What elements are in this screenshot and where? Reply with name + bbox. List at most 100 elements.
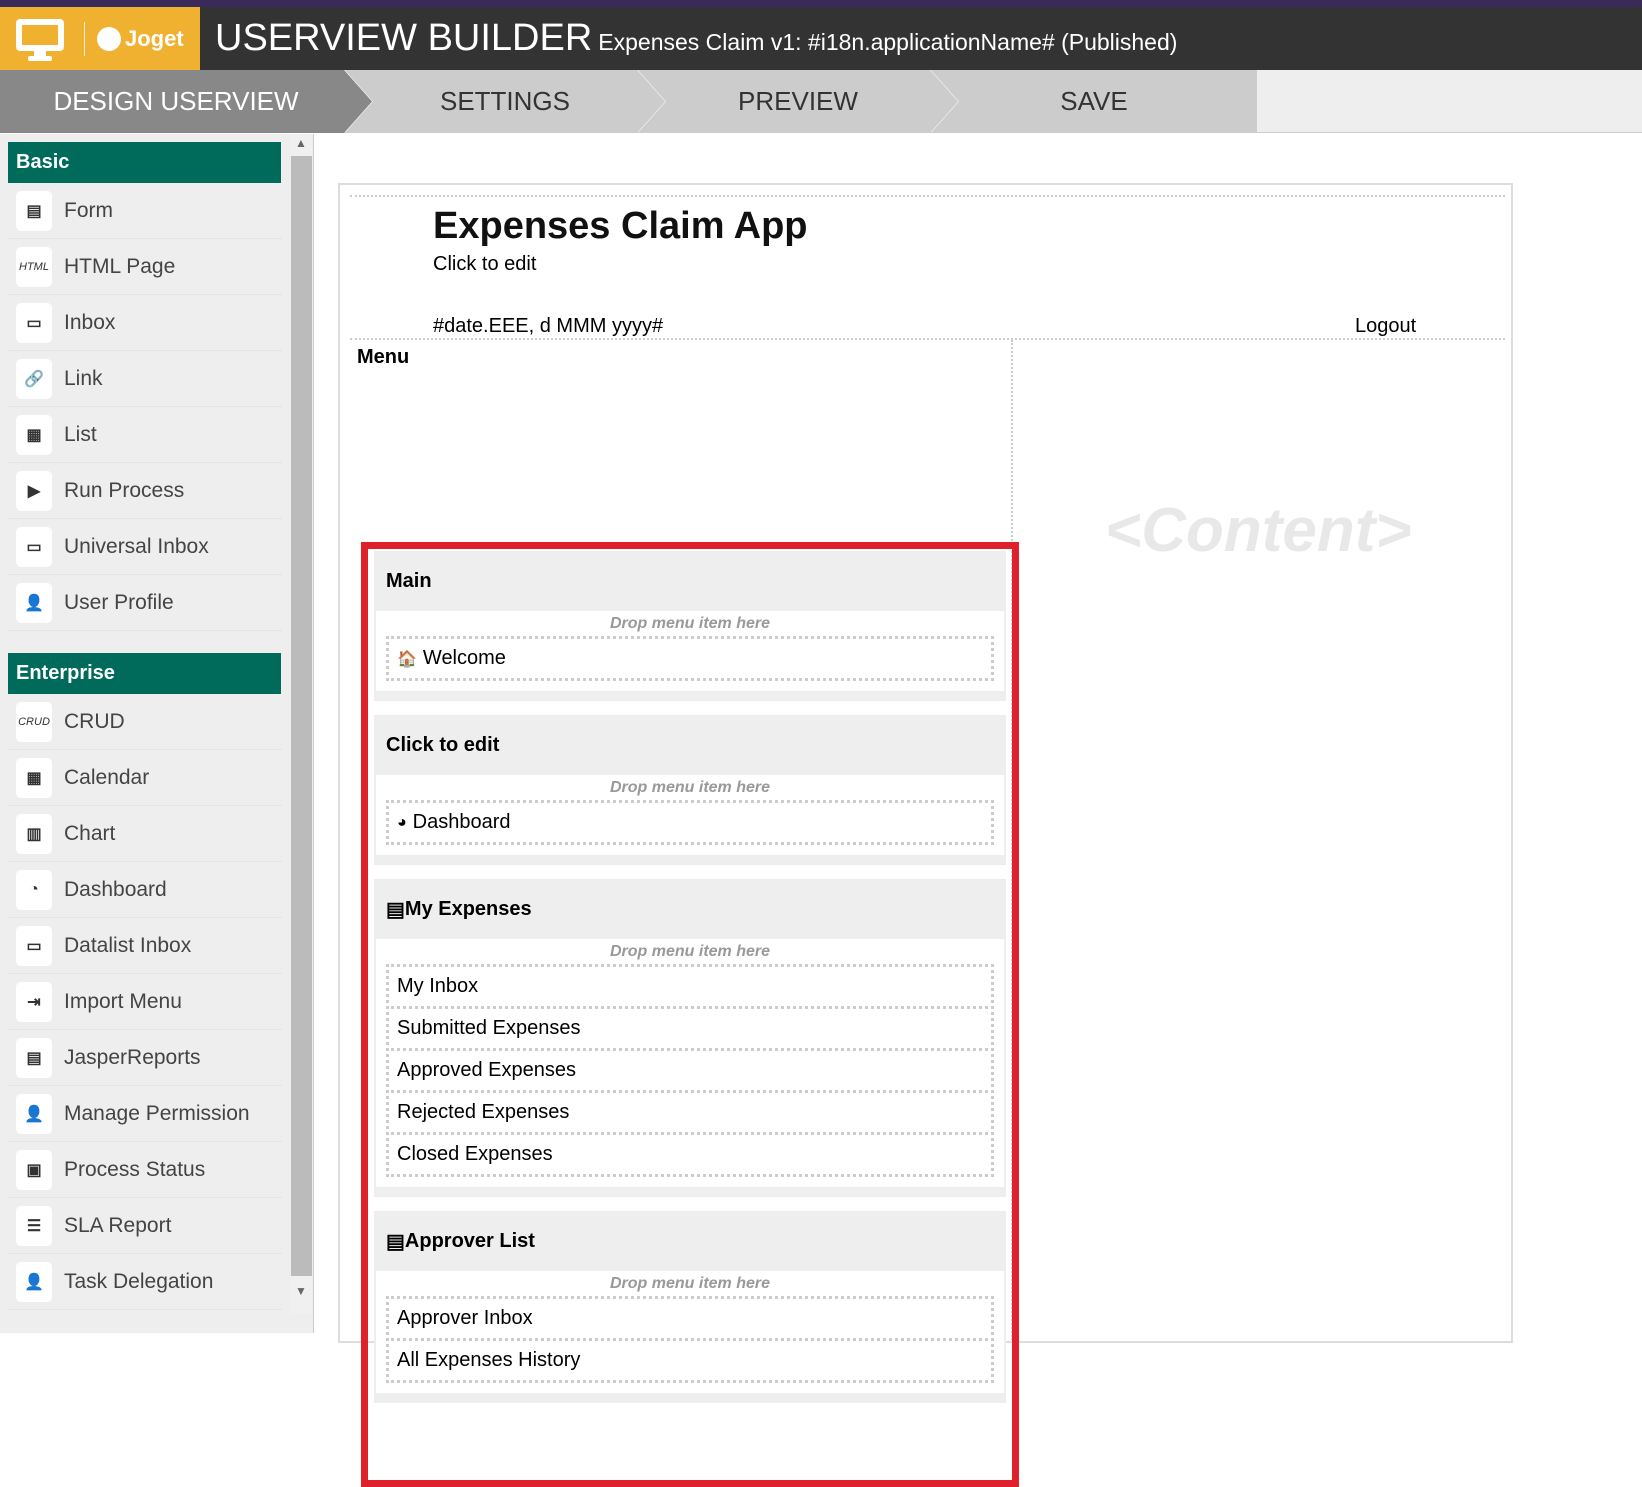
tab-settings[interactable]: SETTINGS bbox=[345, 70, 665, 133]
home-icon: 🏠 bbox=[397, 650, 417, 668]
logout-link[interactable]: Logout bbox=[1355, 315, 1416, 338]
menu-item-label: Approver Inbox bbox=[397, 1307, 533, 1329]
scrollbar-thumb[interactable] bbox=[291, 156, 312, 1276]
menu-item[interactable]: Rejected Expenses bbox=[386, 1090, 994, 1135]
palette-item[interactable]: ⇥ Import Menu bbox=[8, 974, 281, 1030]
menu-item[interactable]: 🏠 Welcome bbox=[386, 636, 994, 681]
menu-item[interactable]: Approved Expenses bbox=[386, 1048, 994, 1093]
palette-item[interactable]: ▭ Datalist Inbox bbox=[8, 918, 281, 974]
link-icon: 🔗 bbox=[16, 358, 52, 399]
menu-item[interactable]: Submitted Expenses bbox=[386, 1006, 994, 1051]
drop-hint: Drop menu item here bbox=[609, 943, 771, 960]
palette-item[interactable]: ☰ SLA Report bbox=[8, 1198, 281, 1254]
form-icon: ▤ bbox=[16, 190, 52, 231]
process-status-icon: ▣ bbox=[16, 1149, 52, 1190]
app-title[interactable]: Expenses Claim App bbox=[433, 205, 808, 248]
palette-item-label: Calendar bbox=[64, 765, 150, 789]
menu-item[interactable]: My Inbox bbox=[386, 964, 994, 1009]
menu-category[interactable]: ▤ Approver List Drop menu item here Approve… bbox=[374, 1211, 1006, 1403]
palette-item-label: Inbox bbox=[64, 310, 116, 334]
palette-item-label: Task Delegation bbox=[64, 1269, 214, 1293]
scroll-down-icon[interactable]: ▼ bbox=[295, 1284, 307, 1298]
palette-item[interactable]: ▣ Process Status bbox=[8, 1142, 281, 1198]
palette-item[interactable]: ▭ Universal Inbox bbox=[8, 519, 281, 575]
palette-item-label: Process Status bbox=[64, 1157, 206, 1181]
drop-zone[interactable]: Drop menu item here Approver Inbox All Exp… bbox=[376, 1271, 1004, 1393]
drop-zone[interactable]: Drop menu item here 🏠 Welcome bbox=[376, 611, 1004, 691]
joget-logo-icon bbox=[97, 26, 121, 51]
dashboard-icon: ◕ bbox=[397, 813, 407, 831]
palette-item[interactable]: CRUD CRUD bbox=[8, 694, 281, 750]
category-label: Main bbox=[386, 569, 432, 592]
palette-item[interactable]: HTML HTML Page bbox=[8, 239, 281, 295]
tab-label: SAVE bbox=[1060, 86, 1128, 116]
palette-item[interactable]: ▦ List bbox=[8, 407, 281, 463]
tab-save[interactable]: SAVE bbox=[931, 70, 1257, 133]
palette-item[interactable]: ▤ JasperReports bbox=[8, 1030, 281, 1086]
category-name[interactable]: Click to edit bbox=[374, 715, 1006, 775]
page-title: USERVIEW BUILDER Expenses Claim v1: #i18n… bbox=[215, 17, 1177, 60]
drop-hint: Drop menu item here bbox=[609, 615, 771, 632]
builder-tabs: DESIGN USERVIEW SETTINGS PREVIEW SAVE bbox=[0, 70, 1642, 133]
menu-category[interactable]: Click to edit Drop menu item here ◕ Dashboa… bbox=[374, 715, 1006, 865]
joget-logo: Joget bbox=[97, 26, 184, 52]
play-icon: ▶ bbox=[16, 470, 52, 511]
tab-label: DESIGN USERVIEW bbox=[53, 86, 299, 116]
calendar-icon: ▦ bbox=[16, 757, 52, 798]
palette-item[interactable]: 👤 Task Delegation bbox=[8, 1254, 281, 1310]
palette-item-label: Run Process bbox=[64, 478, 185, 502]
section-basic: Basic bbox=[8, 142, 281, 183]
palette-item-label: Datalist Inbox bbox=[64, 933, 192, 957]
userview-header[interactable]: Expenses Claim App Click to edit #date.E… bbox=[350, 195, 1505, 340]
menu-category[interactable]: Main Drop menu item here 🏠 Welcome bbox=[374, 551, 1006, 701]
scroll-up-icon[interactable]: ▲ bbox=[295, 136, 307, 150]
section-enterprise: Enterprise bbox=[8, 653, 281, 694]
palette-item[interactable]: ◔ Dashboard bbox=[8, 862, 281, 918]
palette-item[interactable]: ▥ Chart bbox=[8, 806, 281, 862]
palette-item[interactable]: ▭ Inbox bbox=[8, 295, 281, 351]
category-name[interactable]: ▤ Approver List bbox=[374, 1211, 1006, 1271]
brand-text: Joget bbox=[125, 25, 184, 51]
palette-item[interactable]: ▤ Form bbox=[8, 183, 281, 239]
menu-item[interactable]: Closed Expenses bbox=[386, 1132, 994, 1177]
import-icon: ⇥ bbox=[16, 981, 52, 1022]
menu-item[interactable]: Approver Inbox bbox=[386, 1296, 994, 1341]
palette-item[interactable]: ▶ Run Process bbox=[8, 463, 281, 519]
palette-item[interactable]: 🔗 Link bbox=[8, 351, 281, 407]
logo[interactable]: Joget bbox=[0, 7, 200, 70]
drop-zone[interactable]: Drop menu item here ◕ Dashboard bbox=[376, 775, 1004, 855]
inbox-icon: ▭ bbox=[16, 302, 52, 343]
menu-item[interactable]: ◕ Dashboard bbox=[386, 800, 994, 845]
crud-icon: CRUD bbox=[16, 701, 52, 742]
drop-hint: Drop menu item here bbox=[609, 1275, 771, 1292]
userview-canvas: Expenses Claim App Click to edit #date.E… bbox=[338, 183, 1513, 1487]
palette-item-label: User Profile bbox=[64, 590, 174, 614]
menu-item[interactable]: All Expenses History bbox=[386, 1338, 994, 1383]
list-icon: ▦ bbox=[16, 414, 52, 455]
html-icon: HTML bbox=[16, 246, 52, 287]
palette-item-label: HTML Page bbox=[64, 254, 176, 278]
palette-item[interactable]: ▦ Calendar bbox=[8, 750, 281, 806]
top-strip bbox=[0, 0, 1642, 7]
palette-item[interactable]: 👤 Manage Permission bbox=[8, 1086, 281, 1142]
monitor-icon bbox=[16, 17, 64, 61]
palette-item-label: JasperReports bbox=[64, 1045, 201, 1069]
drop-zone[interactable]: Drop menu item here My Inbox Submitted Exp… bbox=[376, 939, 1004, 1187]
tab-design-userview[interactable]: DESIGN USERVIEW bbox=[0, 70, 372, 133]
category-name[interactable]: ▤ My Expenses bbox=[374, 879, 1006, 939]
menu-item-label: Submitted Expenses bbox=[397, 1017, 581, 1039]
user-clock-icon: 👤 bbox=[16, 1261, 52, 1302]
menu-category[interactable]: ▤ My Expenses Drop menu item here My Inbox S… bbox=[374, 879, 1006, 1197]
menu-categories: Main Drop menu item here 🏠 Welcome Click to … bbox=[361, 542, 1019, 1487]
tab-preview[interactable]: PREVIEW bbox=[638, 70, 958, 133]
drop-hint: Drop menu item here bbox=[609, 779, 771, 796]
app-subtitle-edit[interactable]: Click to edit bbox=[433, 253, 536, 276]
menu-item-label: My Inbox bbox=[397, 975, 479, 997]
app-subtitle: Expenses Claim v1: #i18n.applicationName… bbox=[598, 29, 1178, 55]
palette-item-label: SLA Report bbox=[64, 1213, 172, 1237]
palette-item[interactable]: 👤 User Profile bbox=[8, 575, 281, 631]
sla-icon: ☰ bbox=[16, 1205, 52, 1246]
list-alt-icon: ▤ bbox=[386, 1230, 405, 1253]
category-name[interactable]: Main bbox=[374, 551, 1006, 611]
tab-label: PREVIEW bbox=[738, 86, 858, 116]
